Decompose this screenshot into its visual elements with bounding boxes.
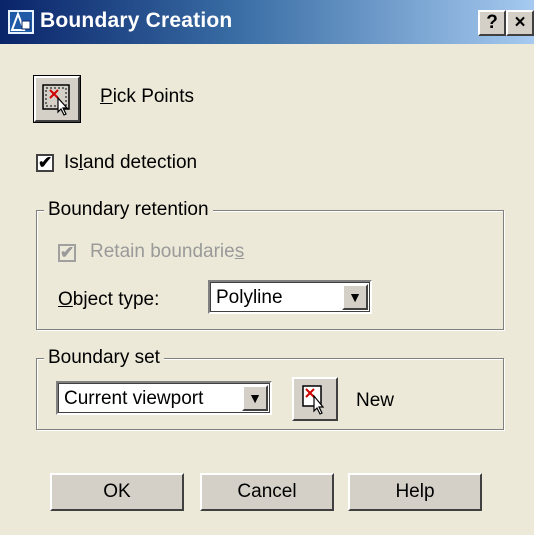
window-title: Boundary Creation: [40, 9, 233, 32]
boundary-set-legend: Boundary set: [44, 347, 164, 369]
select-objects-icon: [302, 385, 325, 415]
new-boundary-set-button[interactable]: [292, 377, 338, 421]
help-icon: ?: [486, 12, 498, 33]
pick-points-mnemonic: P: [100, 86, 113, 107]
object-type-label: Object type:: [58, 289, 159, 311]
help-button[interactable]: Help: [348, 473, 482, 511]
new-label: New: [356, 390, 395, 411]
pick-points-label[interactable]: Pick Points: [100, 86, 194, 108]
chevron-down-icon[interactable]: ▼: [342, 284, 368, 310]
object-type-label-text: bject type:: [72, 289, 160, 310]
object-type-select[interactable]: Polyline ▼: [208, 280, 372, 314]
boundary-set-value: Current viewport: [64, 388, 204, 409]
retain-boundaries-label: Retain boundaries: [90, 241, 244, 263]
checkmark-icon: ✔: [38, 153, 53, 172]
pick-points-button[interactable]: [33, 75, 81, 123]
help-title-button[interactable]: ?: [478, 10, 506, 36]
island-label-pre: Is: [64, 152, 79, 173]
boundary-retention-legend: Boundary retention: [44, 199, 213, 221]
object-type-value: Polyline: [216, 287, 283, 308]
chevron-down-icon[interactable]: ▼: [242, 385, 268, 411]
boundary-set-select[interactable]: Current viewport ▼: [56, 381, 272, 415]
island-detection-label[interactable]: Island detection: [64, 152, 197, 174]
island-detection-checkbox[interactable]: ✔: [36, 154, 54, 172]
pick-points-icon: [42, 84, 70, 116]
app-icon: [8, 10, 34, 34]
close-icon: ×: [514, 12, 526, 33]
island-label-post: and detection: [83, 152, 198, 173]
ok-button[interactable]: OK: [50, 473, 184, 511]
boundary-creation-dialog: Boundary Creation ? × Pick Points ✔ Isla…: [0, 0, 534, 535]
pick-points-label-text: ick Points: [112, 86, 194, 107]
close-button[interactable]: ×: [506, 10, 534, 36]
retain-label-pre: Retain boundarie: [90, 241, 235, 262]
retain-label-mnemonic: s: [234, 241, 245, 262]
checkmark-icon: ✔: [60, 243, 75, 262]
cancel-button[interactable]: Cancel: [200, 473, 334, 511]
object-type-mnemonic: O: [58, 289, 73, 310]
dropdown-arrow-glyph: ▼: [348, 289, 362, 305]
dropdown-arrow-glyph: ▼: [248, 390, 262, 406]
title-bar[interactable]: Boundary Creation ? ×: [0, 0, 534, 44]
retain-boundaries-checkbox: ✔: [58, 244, 76, 262]
